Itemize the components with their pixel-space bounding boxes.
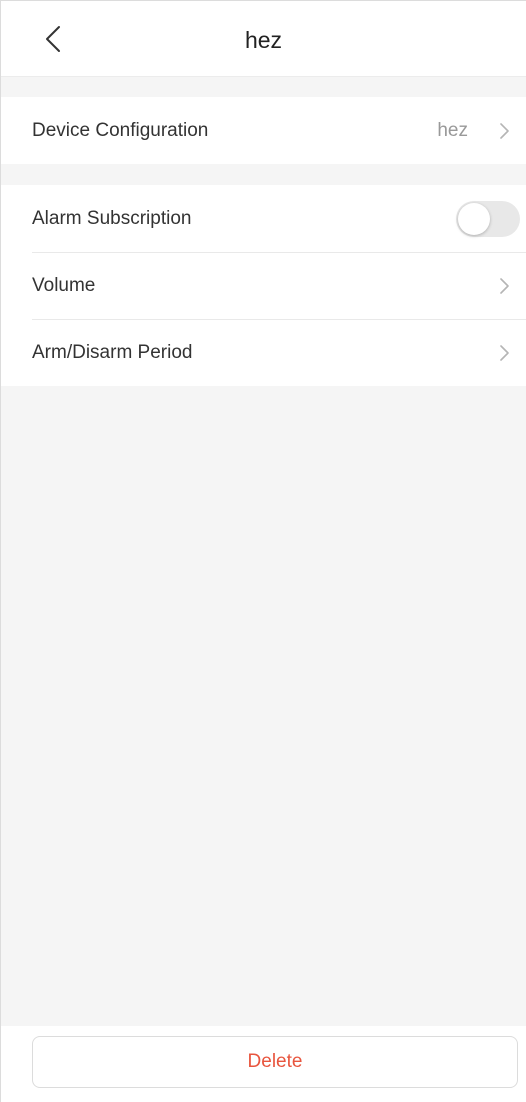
arm-disarm-period-row[interactable]: Arm/Disarm Period [1, 319, 526, 386]
device-configuration-value: hez [437, 119, 468, 141]
volume-label: Volume [32, 274, 96, 296]
device-settings-screen: hez Device Configuration hez Alarm Subsc… [0, 0, 526, 1102]
chevron-right-icon [500, 122, 509, 139]
chevron-right-icon [500, 277, 509, 294]
device-configuration-label: Device Configuration [32, 119, 209, 141]
alarm-subscription-row: Alarm Subscription [1, 185, 526, 252]
page-title: hez [244, 27, 283, 53]
device-config-group: Device Configuration hez [1, 97, 526, 164]
header-bar: hez [1, 1, 526, 77]
alarm-subscription-toggle[interactable] [456, 200, 520, 237]
alarm-settings-group: Alarm Subscription Volume Arm/Disarm Per… [1, 185, 526, 386]
toggle-knob [458, 202, 490, 235]
chevron-right-icon [500, 344, 509, 361]
alarm-subscription-label: Alarm Subscription [32, 207, 192, 229]
device-configuration-row[interactable]: Device Configuration hez [1, 97, 526, 164]
arm-disarm-period-label: Arm/Disarm Period [32, 341, 193, 363]
delete-button[interactable]: Delete [32, 1036, 518, 1088]
footer-bar: Delete [1, 1026, 526, 1102]
volume-row[interactable]: Volume [1, 252, 526, 319]
